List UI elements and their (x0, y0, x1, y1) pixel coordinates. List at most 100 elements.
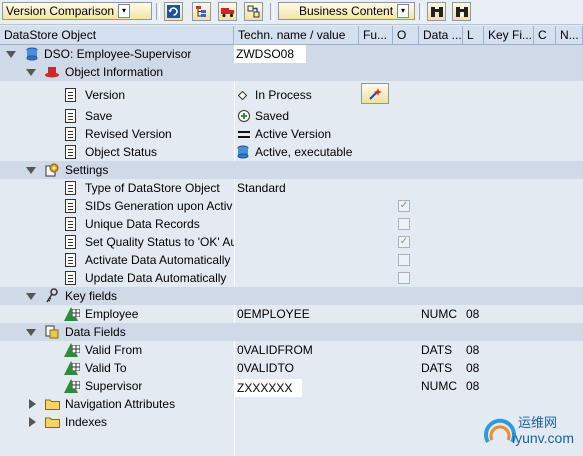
find-next-button[interactable] (452, 2, 471, 21)
document-icon (65, 127, 76, 141)
tree-row-version[interactable]: Version In Process (0, 83, 583, 104)
diamond-icon (238, 91, 247, 100)
supervisor-datatype: NUMC (421, 379, 457, 393)
navigate-button[interactable] (244, 2, 263, 21)
tree-row-settings[interactable]: Settings (0, 161, 583, 179)
document-icon (65, 88, 76, 102)
collapse-arrow-icon[interactable] (26, 329, 36, 336)
grid-icon (72, 309, 80, 317)
folder-icon (45, 417, 60, 428)
tree-row-valid-to[interactable]: Valid To 0VALIDTO DATS 08 (0, 359, 583, 377)
save-value: Saved (255, 109, 290, 123)
document-icon (65, 145, 76, 159)
activate-button[interactable] (361, 83, 389, 104)
document-icon (65, 199, 76, 213)
quality-label: Set Quality Status to 'OK' Au (85, 235, 234, 249)
sids-checkbox[interactable]: ✓ (398, 200, 410, 212)
activate-label: Activate Data Automatically (85, 253, 231, 267)
version-comparison-label: Version Comparison (6, 4, 115, 18)
valid-to-datatype: DATS (421, 361, 453, 375)
dropdown-arrow-icon: ▾ (397, 4, 410, 18)
grid-icon (72, 363, 80, 371)
tree-row-quality[interactable]: Set Quality Status to 'OK' Au ✓ (0, 233, 583, 251)
hat-icon (45, 67, 59, 78)
expand-arrow-icon[interactable] (29, 417, 36, 427)
revised-version-value: Active Version (255, 127, 332, 141)
document-icon (65, 109, 76, 123)
tree-row-supervisor[interactable]: Supervisor ZXXXXXX NUMC 08 (0, 377, 583, 397)
valid-to-length: 08 (466, 361, 480, 375)
quality-checkbox[interactable]: ✓ (398, 236, 410, 248)
update-label: Update Data Automatically (85, 271, 227, 285)
watermark-url-text: iyunv.com (512, 430, 574, 446)
watermark-logo: 运维网 iyunv.com (478, 410, 583, 456)
navigate-icon (247, 5, 260, 18)
toolbar-separator (270, 3, 274, 20)
hierarchy-icon (196, 6, 206, 17)
tree-row-key-fields[interactable]: Key fields (0, 287, 583, 305)
employee-length: 08 (466, 307, 480, 321)
refresh-button[interactable] (164, 2, 183, 21)
tree-row-activate[interactable]: Activate Data Automatically (0, 251, 583, 269)
col-techn-name[interactable]: Techn. name / value (234, 26, 359, 44)
activate-checkbox[interactable] (398, 254, 410, 266)
settings-label: Settings (65, 163, 109, 177)
document-icon (65, 181, 76, 195)
tree-row-update[interactable]: Update Data Automatically (0, 269, 583, 287)
col-o[interactable]: O (393, 26, 419, 44)
binoculars-button[interactable] (427, 2, 446, 21)
navigation-attributes-label: Navigation Attributes (65, 397, 176, 411)
valid-from-length: 08 (466, 343, 480, 357)
data-fields-icon (45, 325, 59, 339)
object-information-label: Object Information (65, 65, 164, 79)
sids-label: SIDs Generation upon Activ (85, 199, 233, 213)
document-icon (65, 253, 76, 267)
tree-row-unique[interactable]: Unique Data Records (0, 215, 583, 233)
supervisor-label: Supervisor (85, 379, 143, 393)
col-n[interactable]: N... (556, 26, 583, 44)
collapse-arrow-icon[interactable] (26, 69, 36, 76)
tree-row-object-information[interactable]: Object Information (0, 63, 583, 81)
tree-row-valid-from[interactable]: Valid From 0VALIDFROM DATS 08 (0, 341, 583, 359)
unique-checkbox[interactable] (398, 218, 410, 230)
tree-row-object-status[interactable]: Object Status Active, executable (0, 143, 583, 161)
binoculars-icon (430, 6, 443, 17)
tree-row-data-fields[interactable]: Data Fields (0, 323, 583, 341)
tree-row-sids[interactable]: SIDs Generation upon Activ ✓ (0, 197, 583, 215)
collapse-arrow-icon[interactable] (6, 51, 16, 58)
grid-icon (72, 381, 80, 389)
binoculars-plus-icon (455, 6, 468, 17)
collapse-arrow-icon[interactable] (26, 293, 36, 300)
col-key-fi[interactable]: Key Fi... (484, 26, 534, 44)
column-header: DataStore Object Techn. name / value Fu.… (0, 26, 583, 45)
tree-row-save[interactable]: Save Saved (0, 107, 583, 125)
save-label: Save (85, 109, 113, 123)
hierarchy-button[interactable] (192, 2, 211, 21)
col-datastore-object[interactable]: DataStore Object (0, 26, 234, 44)
dso-cylinder-icon (26, 47, 38, 61)
transport-button[interactable] (218, 2, 237, 21)
col-c[interactable]: C (534, 26, 556, 44)
tree-row-revised-version[interactable]: Revised Version Active Version (0, 125, 583, 143)
business-content-dropdown[interactable]: Business Content ▾ (278, 2, 415, 20)
toolbar-separator (419, 3, 423, 20)
update-checkbox[interactable] (398, 272, 410, 284)
document-icon (65, 271, 76, 285)
tree-grid: DSO: Employee-Supervisor ZWDSO08 Object … (0, 45, 583, 456)
expand-arrow-icon[interactable] (29, 399, 36, 409)
tree-row-employee[interactable]: Employee 0EMPLOYEE NUMC 08 (0, 305, 583, 323)
employee-datatype: NUMC (421, 307, 457, 321)
col-data[interactable]: Data ... (419, 26, 463, 44)
watermark-cn-text: 运维网 (518, 416, 558, 431)
tree-row-type[interactable]: Type of DataStore Object Standard (0, 179, 583, 197)
business-content-label: Business Content (299, 4, 394, 18)
root-label: DSO: Employee-Supervisor (44, 47, 192, 61)
version-comparison-dropdown[interactable]: Version Comparison ▾ (2, 2, 152, 20)
toolbar-separator (156, 3, 160, 20)
col-fu[interactable]: Fu... (359, 26, 393, 44)
tree-row-root[interactable]: DSO: Employee-Supervisor ZWDSO08 (0, 45, 583, 63)
collapse-arrow-icon[interactable] (26, 167, 36, 174)
folder-icon (45, 399, 60, 410)
col-l[interactable]: L (463, 26, 484, 44)
object-status-value: Active, executable (255, 145, 353, 159)
